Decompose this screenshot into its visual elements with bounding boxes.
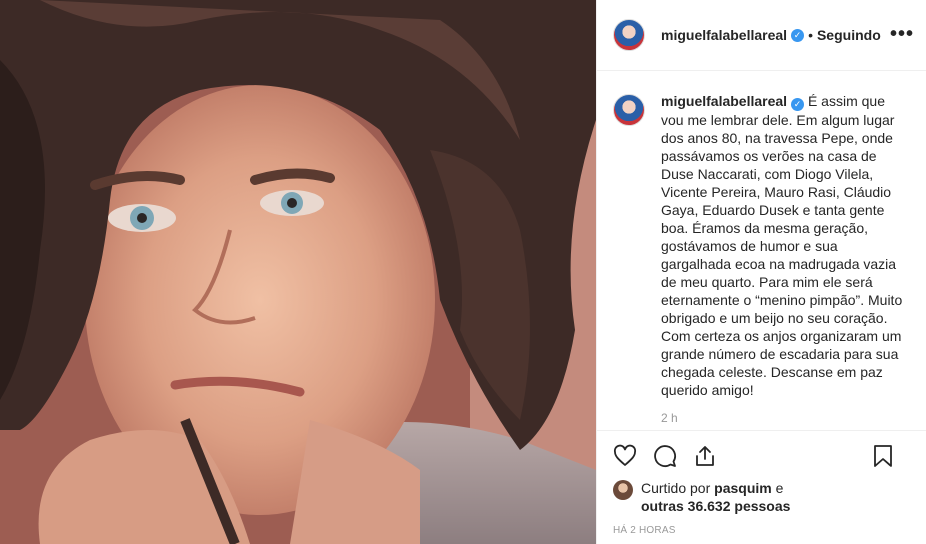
separator-dot: • [808, 27, 813, 43]
post-date[interactable]: HÁ 2 HORAS [613, 525, 911, 536]
caption-avatar[interactable] [613, 94, 645, 126]
caption-username[interactable]: miguelfalabellareal [661, 93, 787, 109]
post-actions: Curtido por pasquim e outras 36.632 pess… [597, 430, 926, 544]
author-avatar[interactable] [613, 19, 645, 51]
bookmark-icon[interactable] [871, 444, 895, 468]
heart-icon[interactable] [613, 444, 637, 468]
share-icon[interactable] [693, 444, 717, 468]
portrait-image [0, 0, 596, 544]
caption-body: É assim que vou me lembrar dele. Em algu… [661, 93, 903, 398]
likes-conj: e [771, 480, 784, 496]
caption-time[interactable]: 2 h [661, 411, 911, 425]
verified-icon: ✓ [791, 98, 805, 111]
comments-area[interactable]: miguelfalabellareal ✓ É assim que vou me … [597, 72, 926, 430]
action-icons [613, 441, 911, 471]
likes-count-link[interactable]: outras 36.632 pessoas [641, 498, 790, 514]
verified-icon: ✓ [791, 28, 805, 42]
post-sidebar: miguelfalabellareal ✓ • Seguindo ••• mig… [596, 0, 926, 544]
likes-text: Curtido por pasquim e outras 36.632 pess… [641, 479, 790, 515]
likes-summary: Curtido por pasquim e outras 36.632 pess… [613, 479, 911, 515]
caption-text: miguelfalabellareal ✓ É assim que vou me … [661, 92, 911, 399]
likes-prefix: Curtido por [641, 480, 715, 496]
author-username[interactable]: miguelfalabellareal [661, 27, 787, 43]
post-header: miguelfalabellareal ✓ • Seguindo ••• [597, 0, 926, 71]
liker-username[interactable]: pasquim [714, 480, 772, 496]
more-options-icon[interactable]: ••• [890, 24, 914, 44]
comment-icon[interactable] [653, 444, 677, 468]
caption: miguelfalabellareal ✓ É assim que vou me … [613, 92, 911, 399]
liker-avatar[interactable] [613, 480, 633, 500]
following-button[interactable]: Seguindo [817, 27, 881, 43]
post-photo[interactable] [0, 0, 596, 544]
